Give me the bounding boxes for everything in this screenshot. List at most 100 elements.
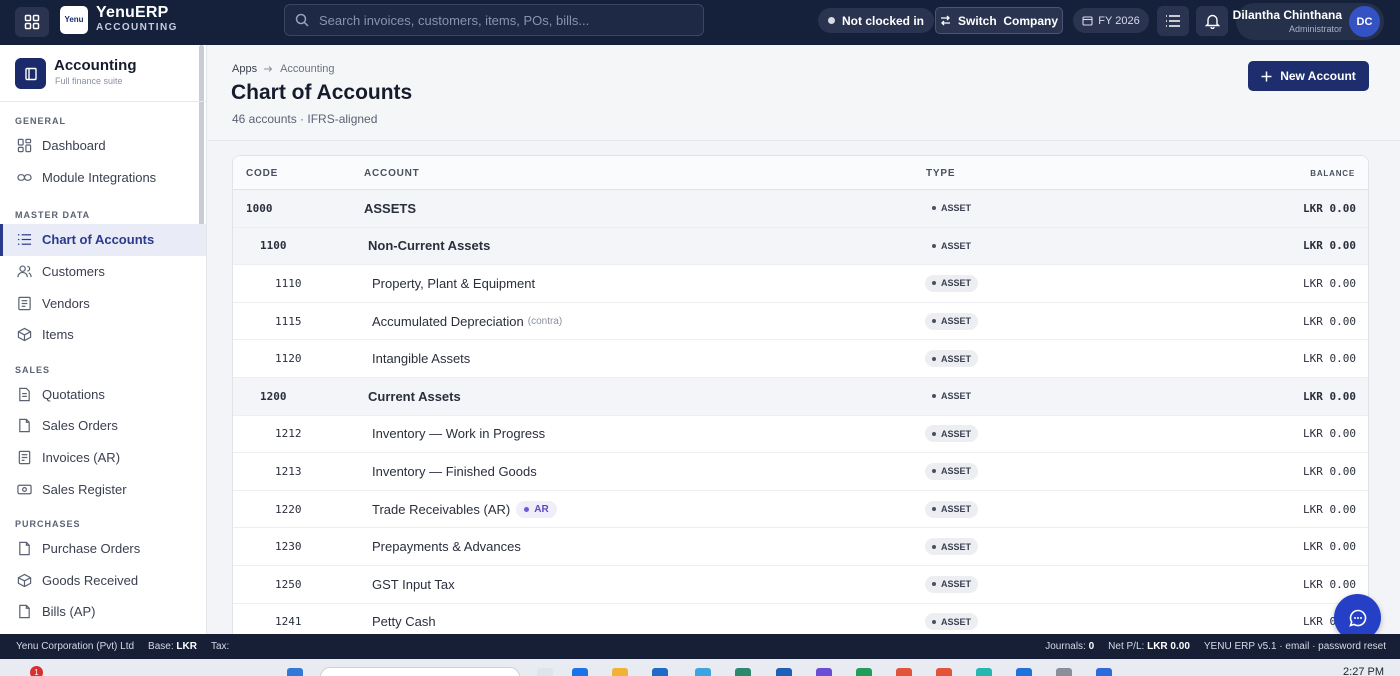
fiscal-year-selector[interactable]: FY 2026 [1073,8,1149,33]
account-cell: Non-Current Assets [368,238,490,253]
sidebar-item-sales-register[interactable]: Sales Register [0,473,206,505]
app-title: Accounting [54,57,137,74]
chrome-icon[interactable] [896,668,912,676]
sidebar-item-purchase-orders[interactable]: Purchase Orders [0,533,206,565]
company-logo[interactable]: Yenu [60,6,88,34]
table-row[interactable]: 1220 Trade Receivables (AR) AR ASSET LKR 0.0… [233,491,1368,529]
taskbar-app-icon[interactable] [537,668,553,676]
sidebar-item-customers[interactable]: Customers [0,256,206,288]
account-balance: LKR 0.00 [1303,577,1356,591]
table-row[interactable]: 1212 Inventory — Work in Progress ASSET LKR… [233,416,1368,454]
taskbar-clock[interactable]: 2:27 PM [1343,666,1384,676]
taskbar-search[interactable] [320,667,520,676]
avatar: DC [1349,6,1380,37]
column-code[interactable]: CODE [246,168,278,179]
taskbar-app-icon[interactable] [816,668,832,676]
taskbar-app-icon[interactable] [572,668,588,676]
account-balance: LKR 0.00 [1303,502,1356,516]
status-version[interactable]: YENU ERP v5.1 · email · password reset [1204,641,1386,652]
table-row[interactable]: 1200 Current Assets ASSET LKR 0.00 [233,377,1368,416]
taskbar-app-icon[interactable] [695,668,711,676]
account-balance: LKR 0.00 [1303,389,1356,403]
chrome-icon[interactable] [936,668,952,676]
status-journals-label: Journals: [1045,641,1086,652]
top-bar: Yenu YenuERP ACCOUNTING Not clocked in S… [0,0,1400,45]
taskbar-app-icon[interactable] [976,668,992,676]
type-label: ASSET [941,579,972,590]
user-menu[interactable]: Dilantha Chinthana Administrator DC [1233,3,1384,40]
account-code: 1213 [275,464,302,478]
table-row[interactable]: 1100 Non-Current Assets ASSET LKR 0.00 [233,227,1368,266]
sidebar-item-label: Sales Register [42,481,127,497]
column-type[interactable]: TYPE [926,168,955,179]
taskbar-app-icon[interactable] [1056,668,1072,676]
table-row[interactable]: 1120 Intangible Assets ASSET LKR 0.00 [233,340,1368,378]
table-row[interactable]: 1230 Prepayments & Advances ASSET LKR 0.00 [233,528,1368,566]
breadcrumb: Apps Accounting [232,63,335,75]
folder-icon[interactable] [612,668,628,676]
taskbar-app-icon[interactable] [1096,668,1112,676]
table-row[interactable]: 1115 Accumulated Depreciation (contra) ASSE… [233,303,1368,341]
sidebar-item-label: Bills (AP) [42,604,96,620]
table-row[interactable]: 1250 GST Input Tax ASSET LKR 0.00 [233,566,1368,604]
sidebar-item-icon [17,541,33,556]
sidebar-item-vendors[interactable]: Vendors [0,287,206,319]
sidebar-item-items[interactable]: Items [0,319,206,351]
table-row[interactable]: 1241 Petty Cash ASSET LKR 0.00 [233,604,1368,634]
breadcrumb-accounting[interactable]: Accounting [280,63,334,75]
sidebar-item-label: Items [42,327,74,343]
page-title: Chart of Accounts [231,81,413,104]
type-label: ASSET [941,428,972,439]
sidebar-item-chart-of-accounts[interactable]: Chart of Accounts [0,224,206,256]
clock-status-label: Not clocked in [842,13,925,28]
table-row[interactable]: 1213 Inventory — Finished Goods ASSET LKR 0… [233,453,1368,491]
app-grid-button[interactable] [15,7,49,37]
account-name: Intangible Assets [372,351,471,367]
app-subtitle: Full finance suite [55,76,123,86]
sidebar-item-goods-received[interactable]: Goods Received [0,565,206,597]
column-account[interactable]: ACCOUNT [364,168,420,179]
breadcrumb-apps[interactable]: Apps [232,63,257,75]
status-bar: Yenu Corporation (Pvt) Ltd Base: LKR Tax… [0,634,1400,659]
status-netpl-value: LKR 0.00 [1147,641,1190,652]
search-input[interactable] [319,12,689,28]
sidebar-item-label: Customers [42,264,105,280]
notification-badge[interactable]: 1 [30,666,43,676]
clock-status[interactable]: Not clocked in [818,8,935,33]
taskbar-app-icon[interactable] [856,668,872,676]
ar-tag-dot [524,506,530,512]
type-badge: ASSET [925,200,978,217]
taskbar-app-icon[interactable] [1016,668,1032,676]
sidebar-item-bills-ap[interactable]: Bills (AP) [0,596,206,628]
vendor-icon [18,296,31,310]
type-dot [932,619,936,624]
link-icon [17,173,32,181]
column-balance[interactable]: BALANCE [1310,169,1355,178]
global-search[interactable] [284,4,704,36]
brand-name: YenuERP [96,4,169,21]
task-list-button[interactable] [1157,6,1189,36]
sidebar-item-module-integrations[interactable]: Module Integrations [0,162,206,194]
page-header: Apps Accounting Chart of Accounts 46 acc… [208,45,1400,141]
new-account-button[interactable]: New Account [1248,61,1369,91]
switch-company-label: Switch Company [957,13,1058,28]
type-label: ASSET [941,278,972,289]
table-row[interactable]: 1000 ASSETS ASSET LKR 0.00 [233,190,1368,228]
type-badge: ASSET [925,350,979,368]
notifications-button[interactable] [1196,6,1228,36]
os-taskbar: 1 2:27 PM [0,659,1400,676]
list-icon [1166,15,1180,27]
table-row[interactable]: 1110 Property, Plant & Equipment ASSET LKR … [233,265,1368,303]
taskbar-app-icon[interactable] [776,668,792,676]
sidebar-item-dashboard[interactable]: Dashboard [0,130,206,162]
taskbar-app-icon[interactable] [652,668,668,676]
sidebar-item-quotations[interactable]: Quotations [0,379,206,411]
windows-start-icon[interactable] [287,668,303,676]
account-cell: Trade Receivables (AR) AR [372,500,557,518]
taskbar-app-icon[interactable] [735,668,751,676]
switch-company-button[interactable]: Switch Company [935,7,1063,34]
sidebar-item-invoices-ar[interactable]: Invoices (AR) [0,442,206,474]
account-cell: Accumulated Depreciation (contra) [372,314,562,329]
sidebar-item-sales-orders[interactable]: Sales Orders [0,410,206,442]
sidebar-item-icon [17,604,33,619]
